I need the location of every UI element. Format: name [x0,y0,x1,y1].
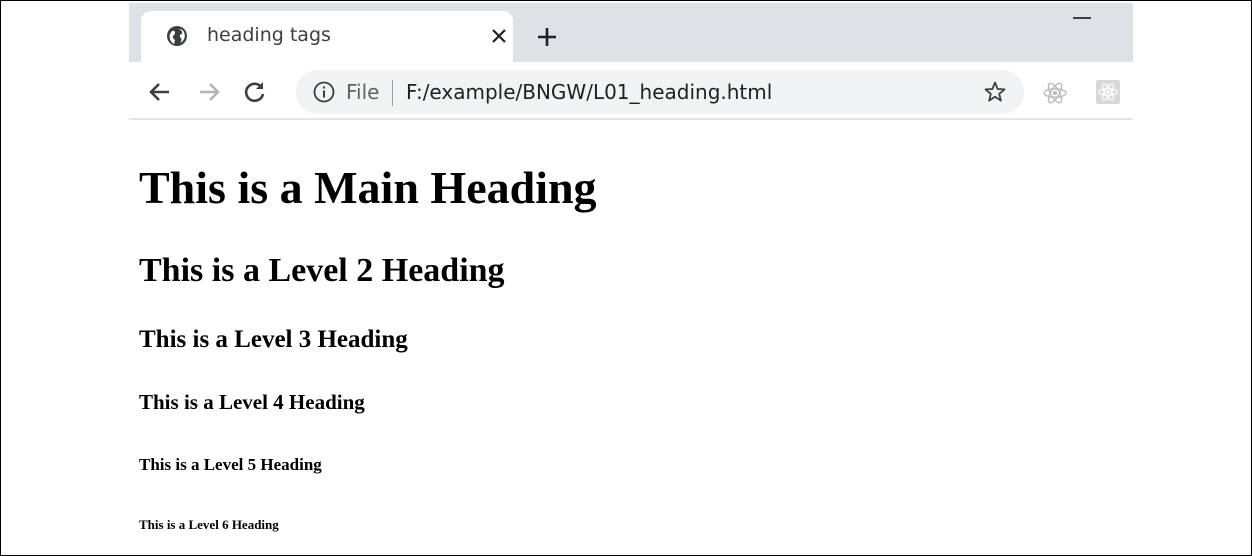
scheme-label: File [346,80,380,104]
browser-toolbar: File F:/example/BNGW/L01_heading.html [129,62,1133,120]
tab-strip: heading tags [129,3,1133,62]
heading-level-1: This is a Main Heading [139,162,597,213]
close-icon[interactable] [490,27,508,45]
arrow-left-icon[interactable] [147,79,173,105]
reload-icon[interactable] [242,79,268,105]
heading-level-3: This is a Level 3 Heading [139,326,408,353]
react-icon[interactable] [1042,80,1068,106]
minimize-icon[interactable] [1073,17,1091,19]
tab-title: heading tags [207,24,331,46]
heading-level-5: This is a Level 5 Heading [139,455,322,474]
url-text[interactable]: F:/example/BNGW/L01_heading.html [406,80,772,104]
browser-window: heading tags File F:/example/BNGW/L01_he… [129,3,1133,120]
arrow-right-icon[interactable] [196,79,222,105]
info-icon[interactable] [313,81,335,103]
heading-level-4: This is a Level 4 Heading [139,390,365,414]
heading-level-2: This is a Level 2 Heading [139,252,505,289]
screenshot-frame: heading tags File F:/example/BNGW/L01_he… [0,0,1252,556]
address-bar[interactable]: File F:/example/BNGW/L01_heading.html [296,70,1024,114]
star-icon[interactable] [983,80,1007,104]
globe-icon [167,26,187,46]
url-divider [392,80,393,106]
tab-active[interactable]: heading tags [141,11,513,62]
extension-icon[interactable] [1095,79,1121,105]
new-tab-button[interactable] [536,26,558,48]
heading-level-6: This is a Level 6 Heading [139,517,279,532]
